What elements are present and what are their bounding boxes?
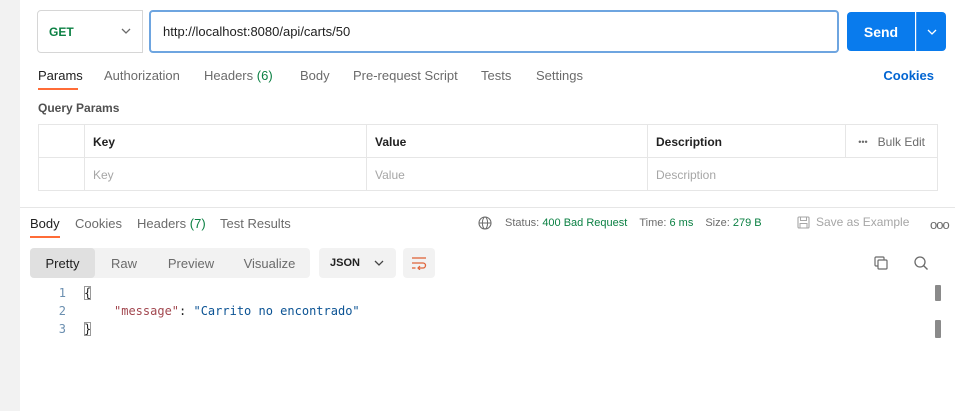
mode-raw[interactable]: Raw <box>95 248 153 278</box>
more-options-icon: ••• <box>858 136 868 147</box>
cookies-link[interactable]: Cookies <box>883 68 934 83</box>
headers-count: (6) <box>256 68 273 83</box>
language-label: JSON <box>330 257 360 269</box>
response-active-tab-indicator <box>30 236 60 238</box>
size-label: Size: <box>705 217 730 229</box>
more-options-button[interactable]: ooo <box>930 217 950 232</box>
view-mode-segmented-control: Pretty Raw Preview Visualize <box>30 248 310 278</box>
scrollbar-thumb[interactable] <box>935 320 941 338</box>
column-header-key: Key <box>84 125 366 158</box>
tab-body[interactable]: Body <box>300 68 330 83</box>
search-icon <box>914 256 928 270</box>
globe-icon[interactable] <box>478 216 492 230</box>
save-as-example-label: Save as Example <box>816 215 910 229</box>
time-value[interactable]: 6 ms <box>669 217 693 229</box>
wrap-lines-icon <box>412 257 427 270</box>
language-select[interactable]: JSON <box>319 248 396 278</box>
table-row: Key Value Description <box>39 158 937 191</box>
column-header-value: Value <box>366 125 647 158</box>
scrollbar-thumb[interactable] <box>935 285 941 301</box>
method-label: GET <box>49 24 74 39</box>
response-status-bar: Status: 400 Bad Request Time: 6 ms Size:… <box>478 216 762 230</box>
bulk-edit-label: Bulk Edit <box>877 134 925 149</box>
send-dropdown-button[interactable] <box>916 12 946 51</box>
tab-headers-label: Headers <box>204 68 254 83</box>
response-tab-cookies[interactable]: Cookies <box>75 216 122 231</box>
json-colon: : <box>179 304 194 318</box>
request-panel: GET http://localhost:8080/api/carts/50 S… <box>20 0 955 411</box>
bulk-edit-button[interactable]: ••• Bulk Edit <box>845 125 937 158</box>
status-value[interactable]: 400 Bad Request <box>542 217 627 229</box>
chevron-down-icon <box>927 29 936 35</box>
row-checkbox-cell <box>39 158 84 191</box>
active-tab-indicator <box>38 88 78 90</box>
wrap-lines-button[interactable] <box>403 248 435 278</box>
table-header-row: Key Value Description ••• Bulk Edit <box>39 125 937 158</box>
value-input[interactable]: Value <box>366 158 647 191</box>
mode-preview[interactable]: Preview <box>153 248 229 278</box>
column-header-description: Description <box>647 125 839 158</box>
status-label: Status: <box>505 217 540 229</box>
json-key: "message" <box>114 304 180 318</box>
search-button[interactable] <box>911 253 931 273</box>
send-button[interactable]: Send <box>847 12 915 51</box>
mode-visualize[interactable]: Visualize <box>229 248 310 278</box>
line-number: 2 <box>58 304 66 318</box>
chevron-down-icon <box>374 260 384 266</box>
response-tab-test-results[interactable]: Test Results <box>220 216 291 231</box>
line-number: 1 <box>58 286 66 300</box>
response-tab-body[interactable]: Body <box>30 216 60 231</box>
tab-headers[interactable]: Headers (6) <box>204 68 273 83</box>
response-headers-count: (7) <box>189 216 206 231</box>
tab-authorization[interactable]: Authorization <box>104 68 180 83</box>
json-value: "Carrito no encontrado" <box>193 304 360 318</box>
query-params-title: Query Params <box>38 101 120 115</box>
time-label: Time: <box>639 217 667 229</box>
key-input[interactable]: Key <box>84 158 366 191</box>
copy-icon <box>874 256 888 270</box>
save-icon <box>797 215 810 229</box>
json-line: "message": "Carrito no encontrado" <box>114 304 360 318</box>
checkbox-column-header <box>39 125 84 158</box>
response-tab-headers-label: Headers <box>137 216 187 231</box>
copy-button[interactable] <box>871 253 891 273</box>
query-params-table: Key Value Description ••• Bulk Edit Key … <box>38 124 938 191</box>
url-input[interactable]: http://localhost:8080/api/carts/50 <box>149 10 839 53</box>
size-value[interactable]: 279 B <box>733 217 762 229</box>
tab-tests[interactable]: Tests <box>481 68 511 83</box>
json-close-brace: } <box>84 322 92 336</box>
json-open-brace: { <box>84 286 92 300</box>
method-select[interactable]: GET <box>37 10 143 53</box>
tab-params[interactable]: Params <box>38 68 83 83</box>
line-number: 3 <box>58 322 66 336</box>
tab-prerequest-script[interactable]: Pre-request Script <box>353 68 458 83</box>
save-as-example-button[interactable]: Save as Example <box>797 215 909 229</box>
section-divider <box>20 207 955 208</box>
tab-settings[interactable]: Settings <box>536 68 583 83</box>
mode-pretty[interactable]: Pretty <box>30 248 95 278</box>
url-text: http://localhost:8080/api/carts/50 <box>163 24 351 39</box>
description-input[interactable]: Description <box>647 158 939 191</box>
chevron-down-icon <box>121 28 131 34</box>
response-tab-headers[interactable]: Headers (7) <box>137 216 206 231</box>
